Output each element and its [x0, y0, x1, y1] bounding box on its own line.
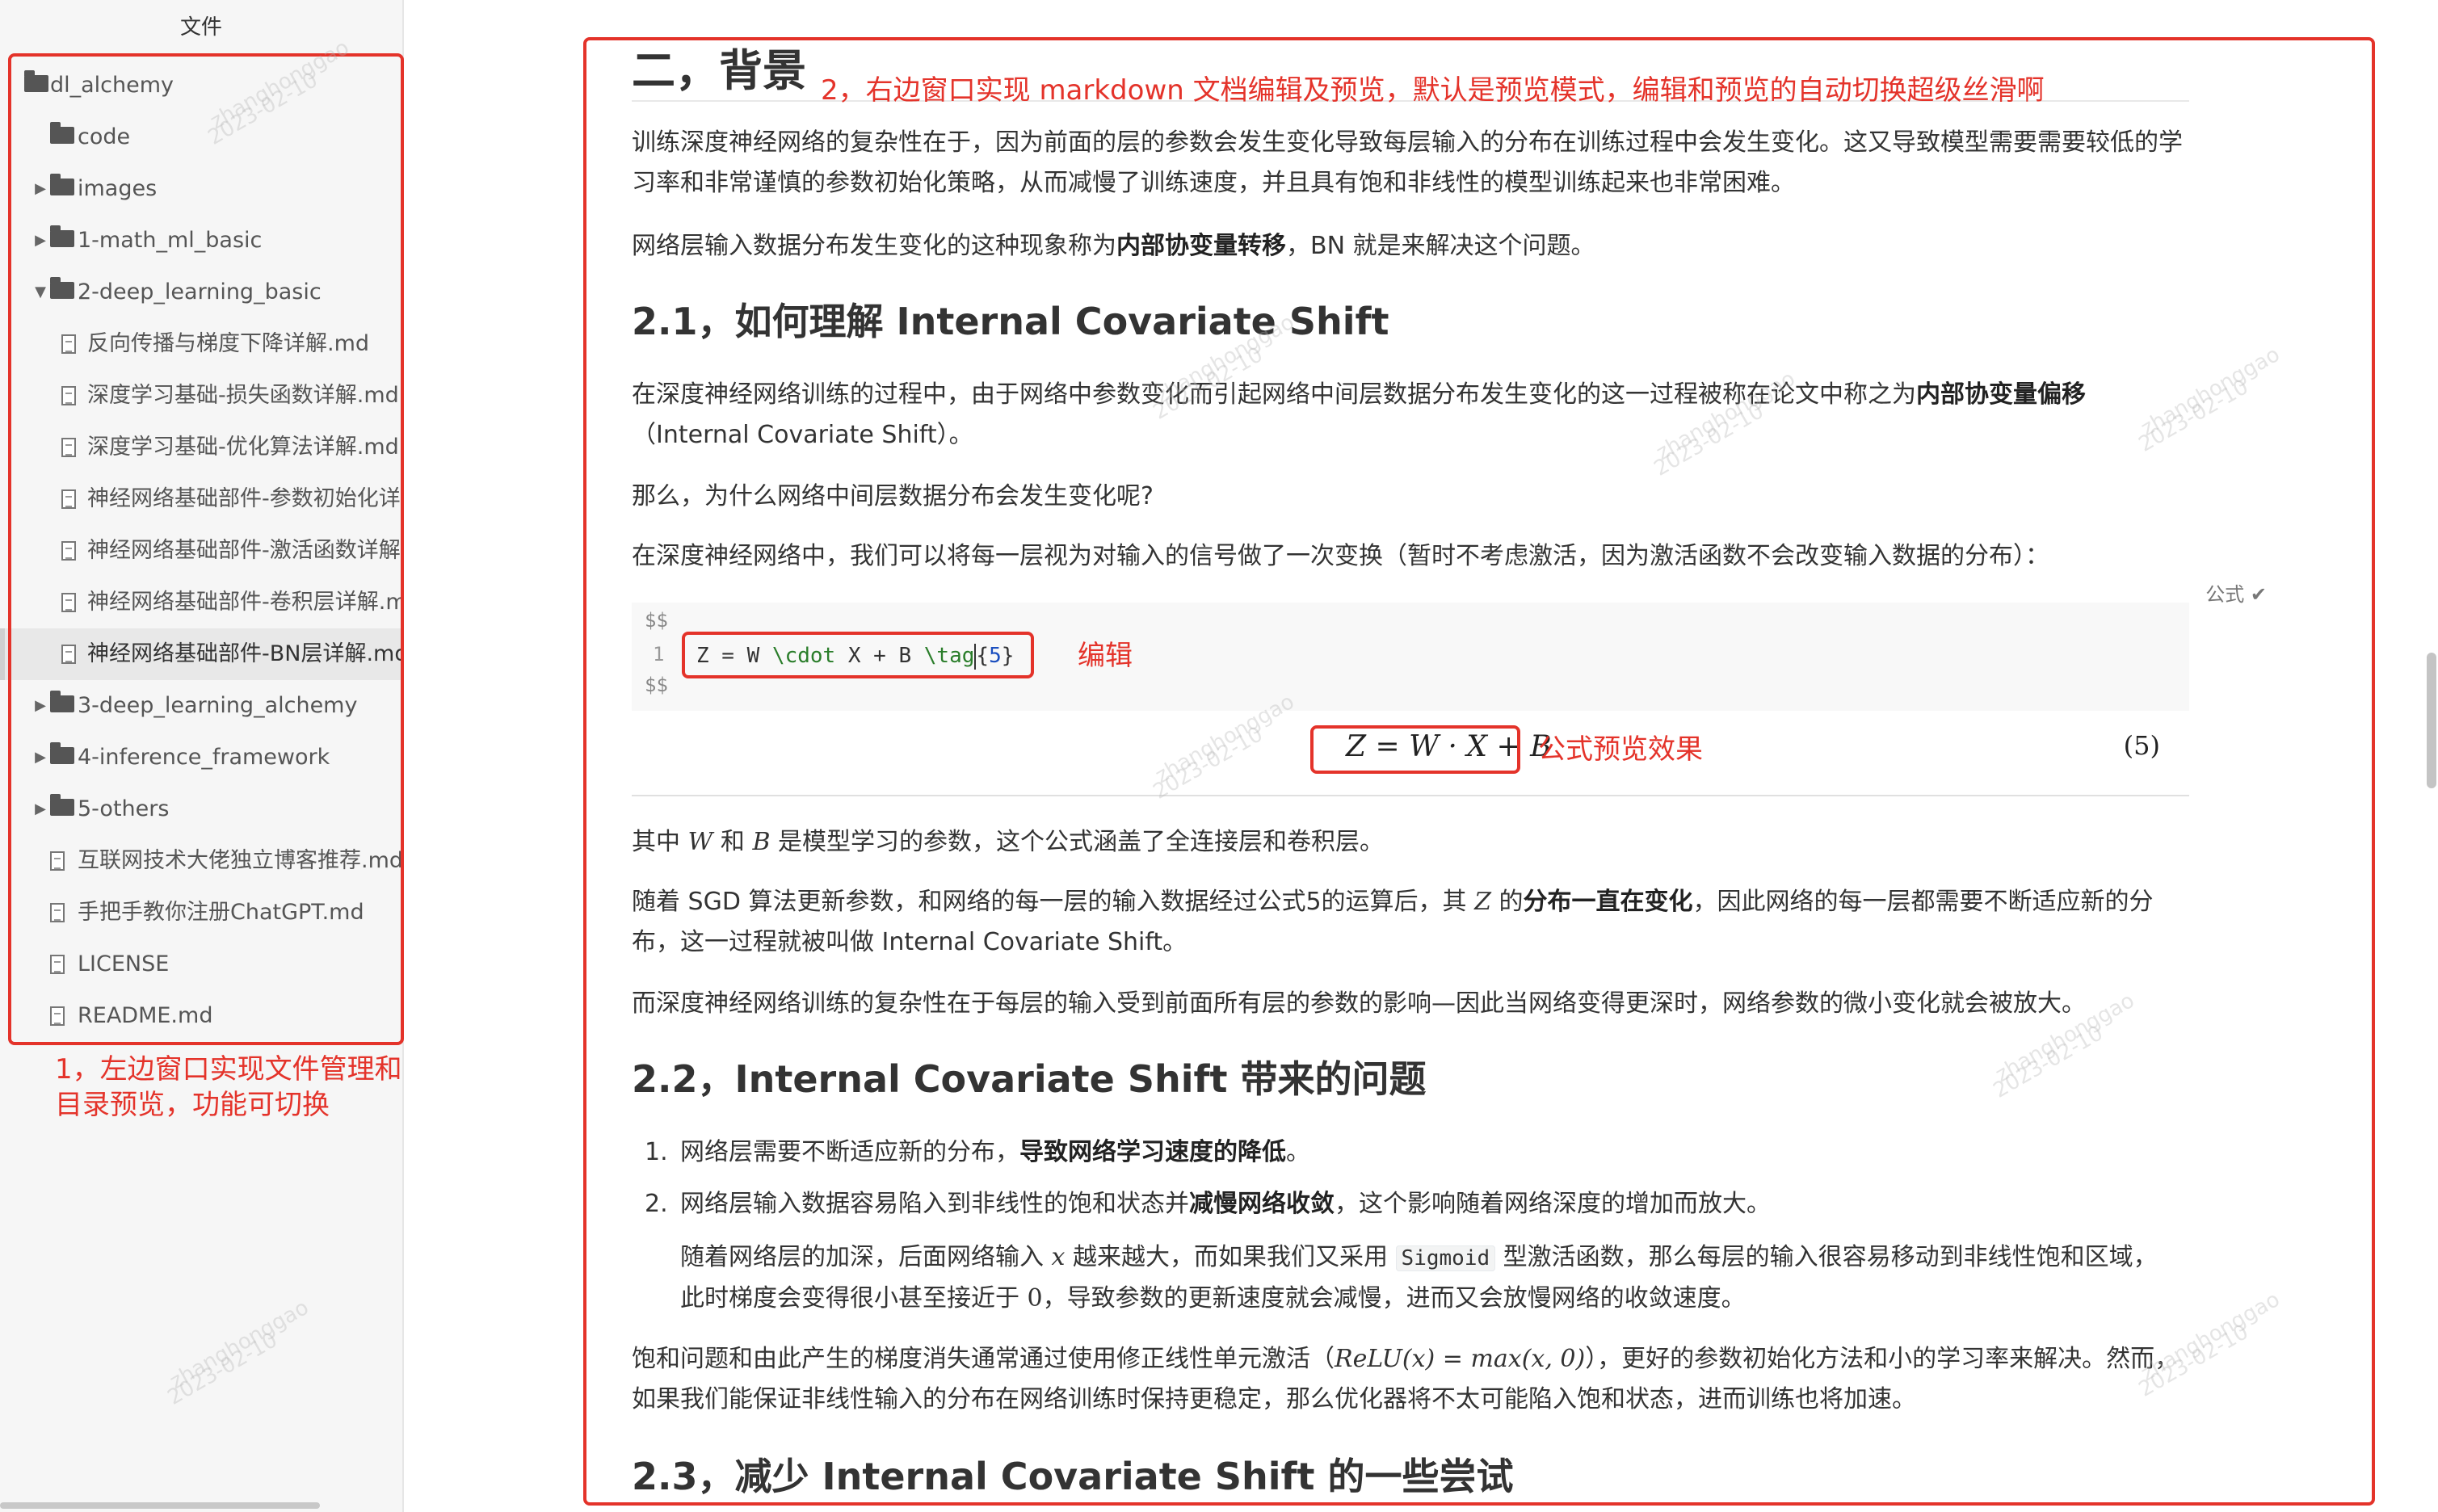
edit-annotation: 编辑: [1078, 640, 1133, 672]
editor-annotation: 2，右边窗口实现 markdown 文档编辑及预览，默认是预览模式，编辑和预览的…: [821, 74, 2045, 107]
preview-annotation: 公式预览效果: [1538, 733, 1703, 766]
sidebar-title: 文件: [179, 15, 222, 40]
formula-highlight-box: [1310, 725, 1520, 774]
sidebar-annotation: 1，左边窗口实现文件管理和 目录预览，功能可切换: [55, 1053, 402, 1121]
code-highlight-box: [682, 632, 1034, 678]
sidebar-horizontal-scrollbar[interactable]: [0, 1502, 320, 1509]
sidebar-highlight-box: [8, 53, 404, 1045]
vertical-scrollbar[interactable]: [2427, 653, 2436, 788]
